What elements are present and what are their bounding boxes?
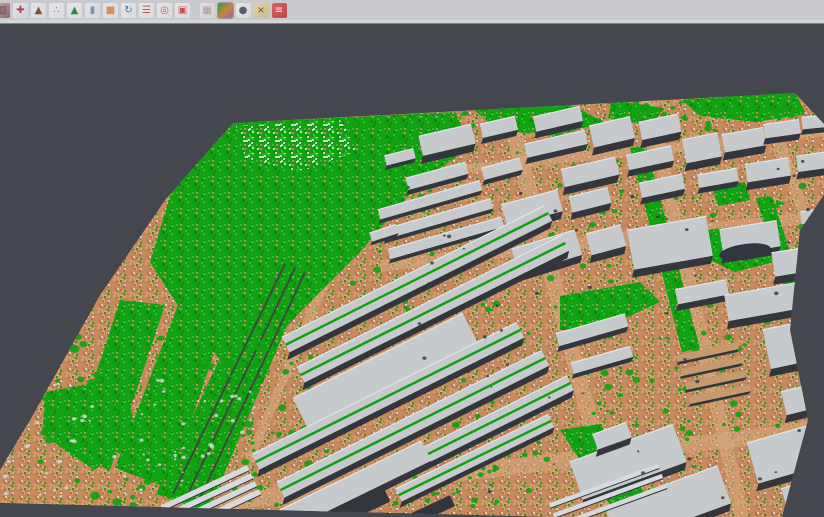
- toolbar-strip: [0, 20, 824, 24]
- region-select-icon[interactable]: ▣: [175, 3, 190, 18]
- 3d-viewport[interactable]: [0, 25, 824, 517]
- layer-list-icon[interactable]: ☰: [139, 3, 154, 18]
- align-photos-icon[interactable]: ✚: [13, 3, 28, 18]
- toolbar: ▥✚▲∴▲▮■↻☰◎▣▦●×≡: [0, 0, 824, 20]
- app-window: ▥✚▲∴▲▮■↻☰◎▣▦●×≡: [0, 0, 824, 517]
- grid-icon[interactable]: ▦: [200, 3, 215, 18]
- target-icon[interactable]: ◎: [157, 3, 172, 18]
- clear-selection-icon[interactable]: ×: [254, 3, 269, 18]
- flag-icon[interactable]: ≡: [272, 3, 287, 18]
- build-dem-icon[interactable]: ▲: [31, 3, 46, 18]
- mesh-sphere-icon[interactable]: ●: [236, 3, 251, 18]
- update-globe-icon[interactable]: ↻: [121, 3, 136, 18]
- open-image-icon[interactable]: ▥: [0, 3, 10, 18]
- terrain-mesh: [0, 90, 824, 517]
- orthomosaic-icon[interactable]: ■: [103, 3, 118, 18]
- classification-view-icon[interactable]: [218, 3, 233, 18]
- scene-canvas: [0, 25, 824, 517]
- vegetation-model-icon[interactable]: ▲: [67, 3, 82, 18]
- profile-column-icon[interactable]: ▮: [85, 3, 100, 18]
- tie-points-icon[interactable]: ∴: [49, 3, 64, 18]
